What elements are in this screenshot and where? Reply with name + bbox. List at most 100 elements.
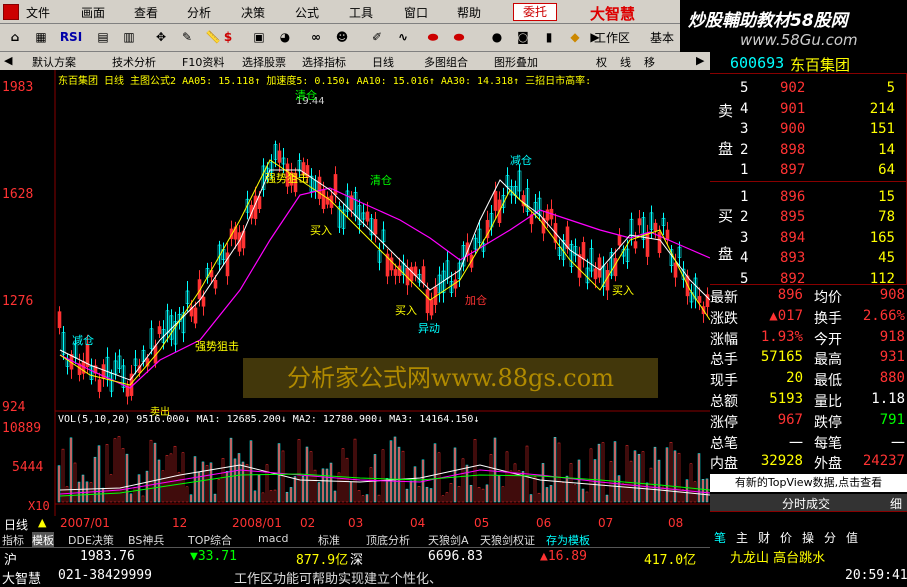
sell-level-row[interactable]: 5 902 5: [740, 80, 905, 100]
home-icon[interactable]: ⌂: [4, 27, 26, 48]
signal-label: 减仓: [72, 334, 94, 347]
entrust-button[interactable]: 委托: [513, 3, 557, 21]
menu-analysis[interactable]: 分析: [187, 4, 211, 21]
pen-icon[interactable]: ✎: [176, 27, 198, 48]
sz-label: 深: [350, 553, 364, 568]
menu-help[interactable]: 帮助: [457, 4, 481, 21]
signal-label: 减仓: [510, 154, 532, 167]
tab-overlay[interactable]: 图形叠加: [494, 54, 538, 70]
volume-bar: [333, 490, 337, 503]
pill-icon[interactable]: ⬬: [422, 27, 444, 48]
tab-daily[interactable]: 日线: [372, 54, 394, 70]
rsi-button[interactable]: RSI: [56, 27, 86, 48]
sub-tab[interactable]: 分: [824, 529, 836, 546]
book-icon[interactable]: ▮: [538, 27, 560, 48]
tab-tianlang-a[interactable]: 天狼剑A: [428, 532, 469, 548]
chart-icon[interactable]: ▤: [92, 27, 114, 48]
tab-topbottom[interactable]: 顶底分析: [366, 532, 410, 548]
basic-button[interactable]: 基本: [650, 29, 674, 46]
sell-level-row[interactable]: 1 897 64: [740, 162, 905, 182]
camera-icon[interactable]: ◙: [512, 27, 534, 48]
tab-select-indicator[interactable]: 选择指标: [302, 54, 346, 70]
pie-icon[interactable]: ◕: [274, 27, 296, 48]
timeshare-detail[interactable]: 细: [890, 495, 902, 512]
tab-rights[interactable]: 权: [596, 54, 607, 70]
level-price: 893: [780, 250, 806, 266]
tab-dde[interactable]: DDE决策: [68, 532, 114, 548]
tab-f10[interactable]: F10资料: [182, 54, 224, 70]
sub-tab[interactable]: 笔: [714, 529, 726, 546]
level-volume: 14: [878, 141, 895, 158]
wave-icon[interactable]: ∿: [392, 27, 414, 48]
tab-template[interactable]: 模板: [32, 532, 54, 548]
people-icon[interactable]: ☻: [331, 27, 353, 48]
menu-screen[interactable]: 画面: [81, 4, 105, 21]
buy-level-row[interactable]: 3 894 165: [740, 230, 905, 250]
tab-standard[interactable]: 标准: [318, 532, 340, 548]
sub-tab[interactable]: 值: [846, 529, 858, 546]
ticker-row: 九龙山 高台跳水: [710, 546, 907, 566]
dollar-icon[interactable]: $: [217, 27, 239, 48]
tab-default-scheme[interactable]: 默认方案: [32, 54, 76, 70]
sub-tab[interactable]: 主: [736, 529, 748, 546]
buy-level-row[interactable]: 1 896 15: [740, 189, 905, 209]
level-price: 897: [780, 162, 806, 178]
kline-chart[interactable]: 东百集团 日线 主图公式2 AA05: 15.118↑ 加速度5: 0.150↓…: [0, 70, 710, 516]
stat-row: 内盘 32928 外盘 24237: [710, 453, 907, 473]
volume-bar: [469, 484, 473, 503]
tab-save-template[interactable]: 存为模板: [546, 532, 590, 548]
workarea-button[interactable]: 工作区: [594, 29, 630, 46]
volume-bar: [597, 443, 601, 503]
stack-icon[interactable]: ▣: [248, 27, 270, 48]
volume-bar: [321, 468, 325, 503]
sell-level-row[interactable]: 3 900 151: [740, 121, 905, 141]
sub-tab[interactable]: 操: [802, 529, 814, 546]
volume-bar: [593, 459, 597, 503]
scroll-left-icon[interactable]: ◀: [4, 54, 12, 67]
tab-bs[interactable]: BS神兵: [128, 532, 164, 548]
tab-indicator[interactable]: 指标: [2, 532, 24, 548]
timeshare-header[interactable]: 分时成交 细: [710, 494, 907, 512]
ball-icon[interactable]: ●: [486, 27, 508, 48]
grid-icon[interactable]: ▦: [30, 27, 52, 48]
topview-banner[interactable]: 有新的TopView数据,点击查看: [710, 474, 907, 492]
menu-formula[interactable]: 公式: [295, 4, 319, 21]
menu-view[interactable]: 查看: [134, 4, 158, 21]
sell-level-row[interactable]: 2 898 14: [740, 142, 905, 162]
bars-icon[interactable]: ▥: [118, 27, 140, 48]
tab-multi-chart[interactable]: 多图组合: [424, 54, 468, 70]
buy-level-row[interactable]: 2 895 78: [740, 209, 905, 229]
chart-canvas: [0, 70, 710, 516]
period-up-icon[interactable]: ▲: [38, 516, 46, 529]
quote-panel: 600693 东百集团 卖 盘 买 盘 5 902 5 4 901 214 3 900 151 2…: [710, 52, 907, 567]
menu-window[interactable]: 窗口: [404, 4, 428, 21]
tab-tianlang-warrant[interactable]: 天狼剑权证: [480, 532, 535, 548]
buy-level-row[interactable]: 4 893 45: [740, 250, 905, 270]
binocular-icon[interactable]: ∞: [305, 27, 327, 48]
menu-file[interactable]: 文件: [26, 4, 50, 21]
tab-technical[interactable]: 技术分析: [112, 54, 156, 70]
capsule-icon[interactable]: ⬬: [448, 27, 470, 48]
sub-tab[interactable]: 价: [780, 529, 792, 546]
menu-tools[interactable]: 工具: [349, 4, 373, 21]
sz-index[interactable]: 6696.83: [428, 549, 483, 564]
app-icon[interactable]: [3, 4, 19, 20]
tab-line[interactable]: 线: [620, 54, 631, 70]
tab-move[interactable]: 移: [644, 54, 655, 70]
cube-icon[interactable]: ◆: [564, 27, 586, 48]
sub-tab[interactable]: 财: [758, 529, 770, 546]
candle: [389, 257, 394, 271]
menu-decision[interactable]: 决策: [241, 4, 265, 21]
edit-icon[interactable]: ✐: [366, 27, 388, 48]
tab-macd[interactable]: macd: [258, 532, 289, 545]
level-index: 2: [740, 209, 749, 225]
sh-index[interactable]: 1983.76: [80, 549, 135, 564]
sell-level-row[interactable]: 4 901 214: [740, 101, 905, 121]
move-icon[interactable]: ✥: [150, 27, 172, 48]
scroll-right-icon[interactable]: ▶: [696, 54, 704, 67]
tab-top[interactable]: TOP综合: [188, 532, 232, 548]
stat-value: 57165: [760, 349, 803, 366]
tab-select-stock[interactable]: 选择股票: [242, 54, 286, 70]
stat-value: 1.93%: [760, 328, 803, 345]
volume-bar: [637, 453, 641, 503]
